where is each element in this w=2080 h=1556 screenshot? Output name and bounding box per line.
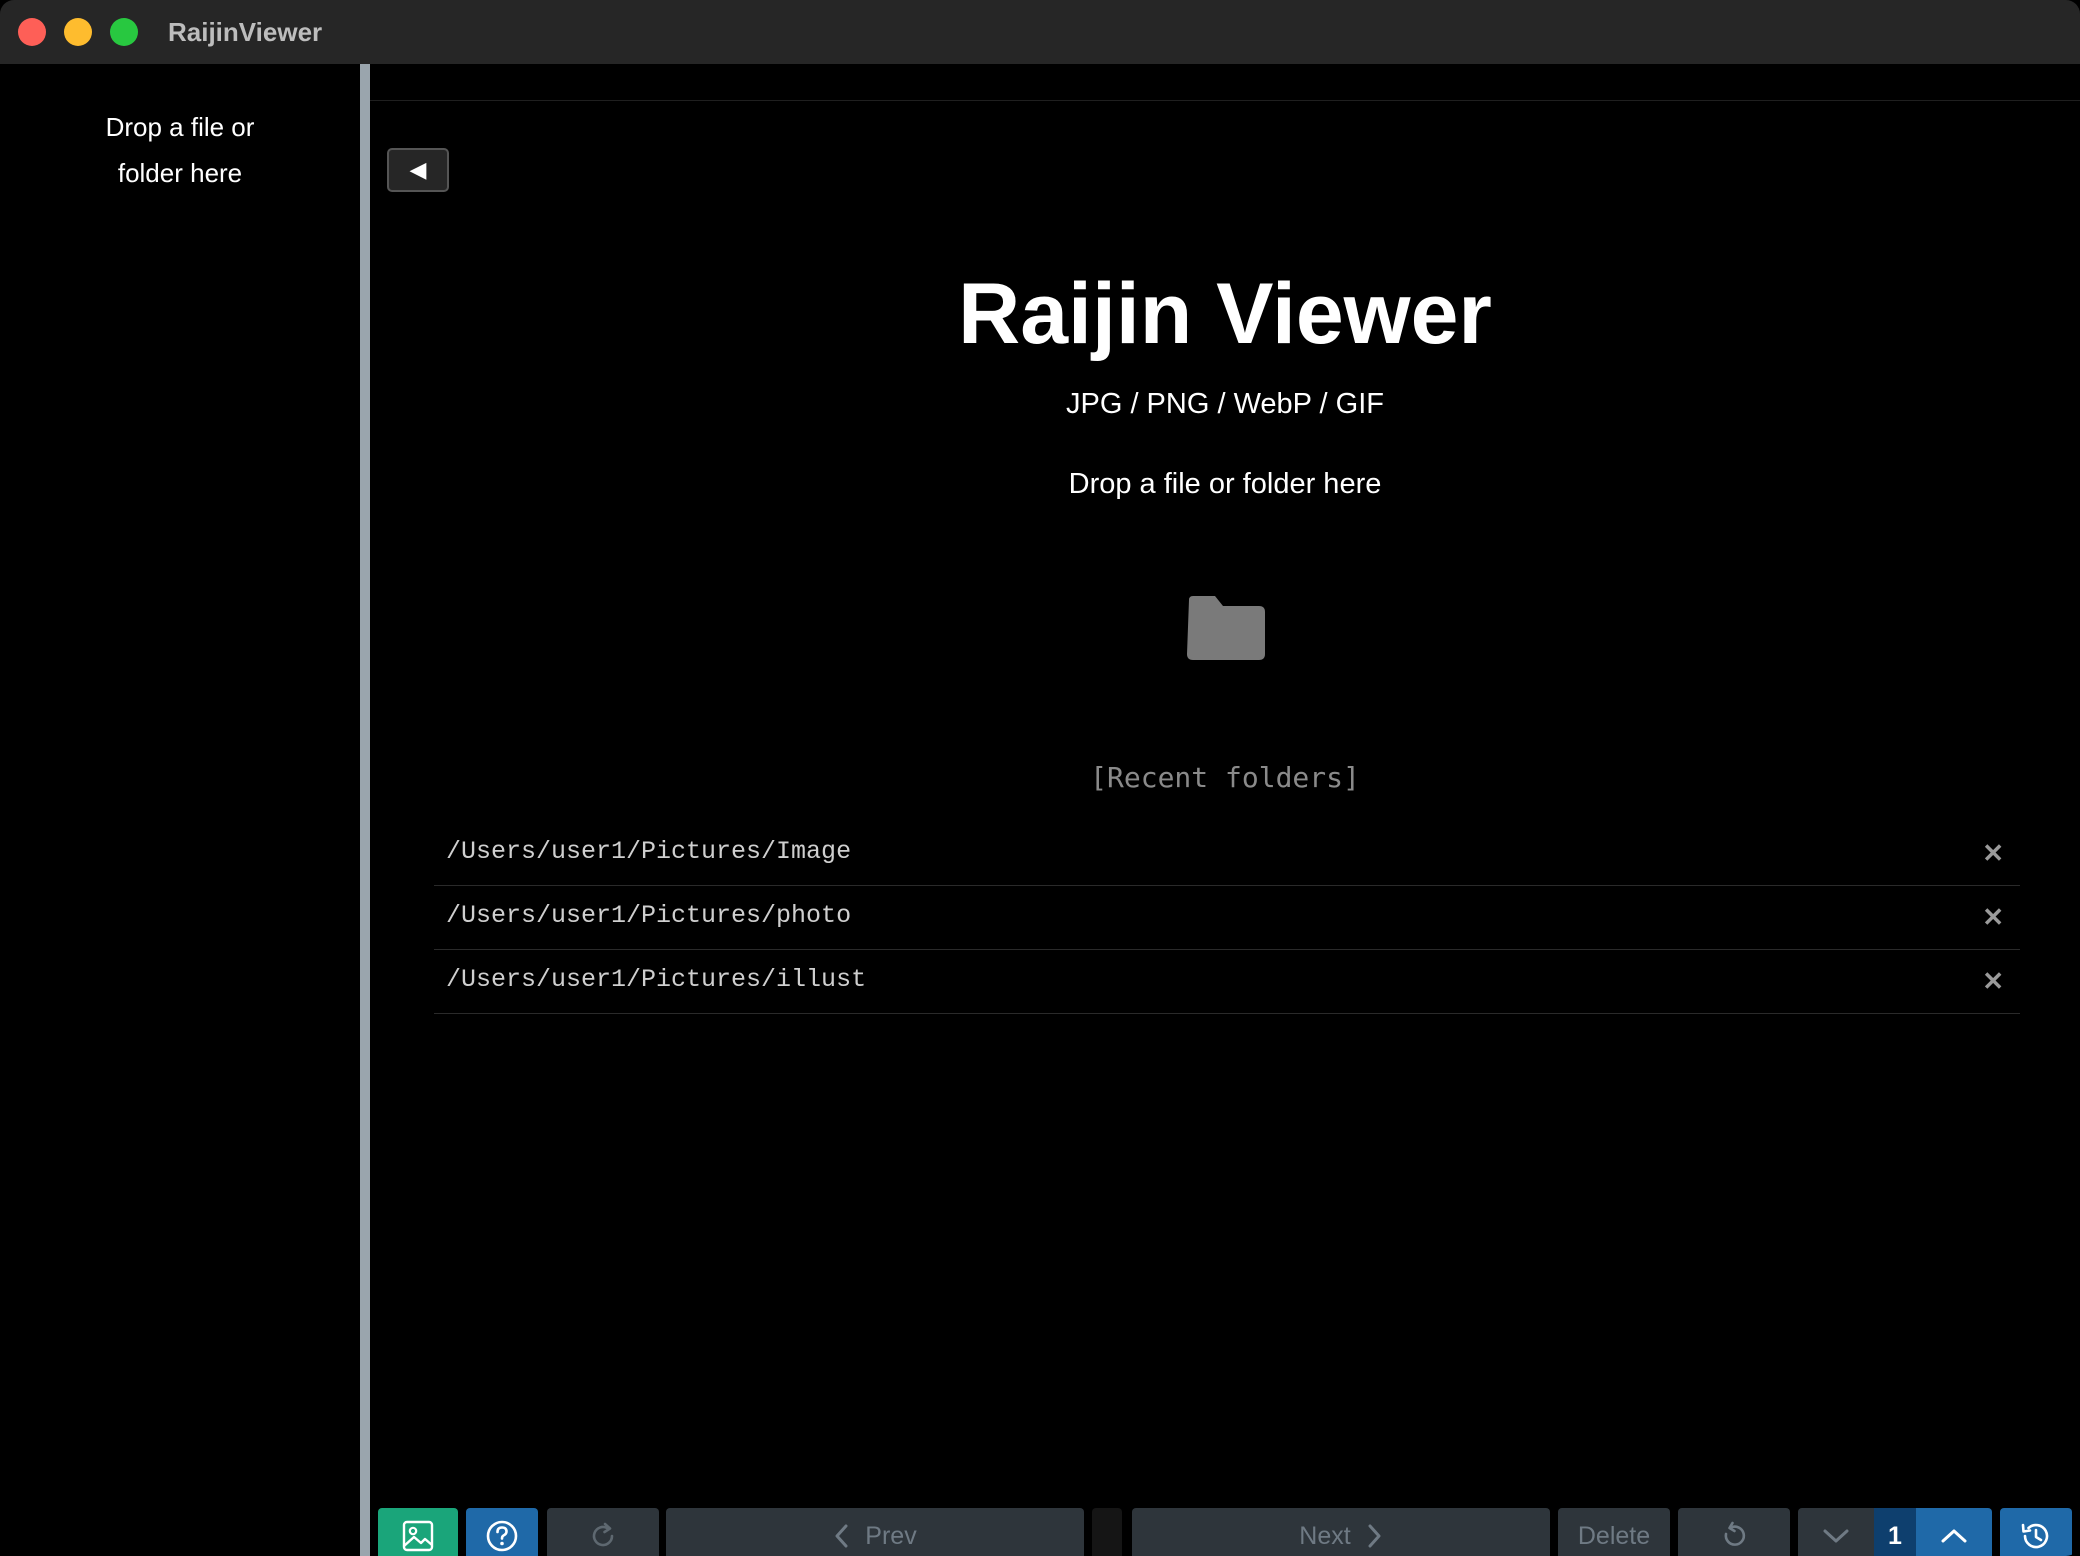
history-icon bbox=[2021, 1523, 2049, 1549]
gallery-button[interactable] bbox=[378, 1508, 458, 1556]
collapse-arrow-icon: ◀ bbox=[409, 157, 427, 182]
title-bar[interactable]: RaijinViewer bbox=[0, 0, 2080, 65]
main-drop-hint: Drop a file or folder here bbox=[1068, 468, 1382, 500]
recent-folder-path[interactable]: /Users/user1/Pictures/photo bbox=[446, 898, 851, 934]
page-up-button[interactable] bbox=[1916, 1508, 1992, 1556]
page-down-button[interactable] bbox=[1798, 1508, 1874, 1556]
sidebar-drop-zone[interactable]: Drop a file or folder here bbox=[0, 64, 360, 1556]
reload-button[interactable] bbox=[547, 1508, 659, 1556]
rotate-button[interactable] bbox=[1678, 1508, 1790, 1556]
collapse-sidebar-button[interactable]: ◀ bbox=[387, 148, 449, 192]
window-title: RaijinViewer bbox=[168, 17, 323, 47]
recent-folder-row[interactable]: /Users/user1/Pictures/Image ✕ bbox=[434, 822, 2020, 886]
recent-folders-title: [Recent folders] bbox=[1090, 761, 1360, 794]
delete-button[interactable]: Delete bbox=[1558, 1508, 1670, 1556]
question-circle-icon bbox=[486, 1520, 518, 1552]
top-strip bbox=[370, 64, 2080, 101]
zoom-window-button[interactable] bbox=[110, 18, 138, 46]
bottom-toolbar: Prev Next Delete 1 bbox=[370, 1496, 2080, 1556]
app-window: RaijinViewer Drop a file or folder here … bbox=[0, 0, 2080, 1556]
recent-folders-list: /Users/user1/Pictures/Image ✕ /Users/use… bbox=[434, 822, 2020, 1014]
prev-label: Prev bbox=[865, 1521, 917, 1550]
chevron-left-icon bbox=[835, 1524, 848, 1548]
reload-icon bbox=[592, 1522, 614, 1547]
app-heading: Raijin Viewer bbox=[958, 266, 1492, 362]
recent-folder-row[interactable]: /Users/user1/Pictures/illust ✕ bbox=[434, 950, 2020, 1014]
minimize-window-button[interactable] bbox=[64, 18, 92, 46]
next-label: Next bbox=[1299, 1521, 1351, 1550]
image-icon bbox=[402, 1520, 434, 1552]
page-indicator: 1 bbox=[1874, 1508, 1916, 1556]
recent-folder-row[interactable]: /Users/user1/Pictures/photo ✕ bbox=[434, 886, 2020, 950]
toolbar-spacer bbox=[1092, 1508, 1122, 1556]
main-drop-zone[interactable]: ◀ Raijin Viewer JPG / PNG / WebP / GIF D… bbox=[370, 64, 2080, 1556]
chevron-up-icon bbox=[1941, 1529, 1967, 1543]
supported-formats: JPG / PNG / WebP / GIF bbox=[1065, 388, 1384, 420]
next-button[interactable]: Next bbox=[1132, 1508, 1550, 1556]
recent-folder-path[interactable]: /Users/user1/Pictures/Image bbox=[446, 834, 851, 870]
sidebar-drop-hint: Drop a file or folder here bbox=[0, 104, 360, 196]
prev-button[interactable]: Prev bbox=[666, 1508, 1084, 1556]
remove-recent-icon[interactable]: ✕ bbox=[1982, 900, 2004, 934]
remove-recent-icon[interactable]: ✕ bbox=[1982, 964, 2004, 998]
rotate-left-icon bbox=[1724, 1521, 1746, 1546]
sidebar-splitter[interactable] bbox=[360, 64, 370, 1556]
sidebar-drop-hint-text: Drop a file or folder here bbox=[105, 112, 255, 188]
help-button[interactable] bbox=[466, 1508, 538, 1556]
delete-label: Delete bbox=[1577, 1521, 1651, 1550]
close-window-button[interactable] bbox=[18, 18, 46, 46]
folder-icon[interactable] bbox=[1185, 594, 1267, 662]
history-button[interactable] bbox=[2000, 1508, 2072, 1556]
chevron-right-icon bbox=[1368, 1524, 1381, 1548]
chevron-down-icon bbox=[1823, 1529, 1849, 1543]
remove-recent-icon[interactable]: ✕ bbox=[1982, 836, 2004, 870]
recent-folder-path[interactable]: /Users/user1/Pictures/illust bbox=[446, 962, 866, 998]
